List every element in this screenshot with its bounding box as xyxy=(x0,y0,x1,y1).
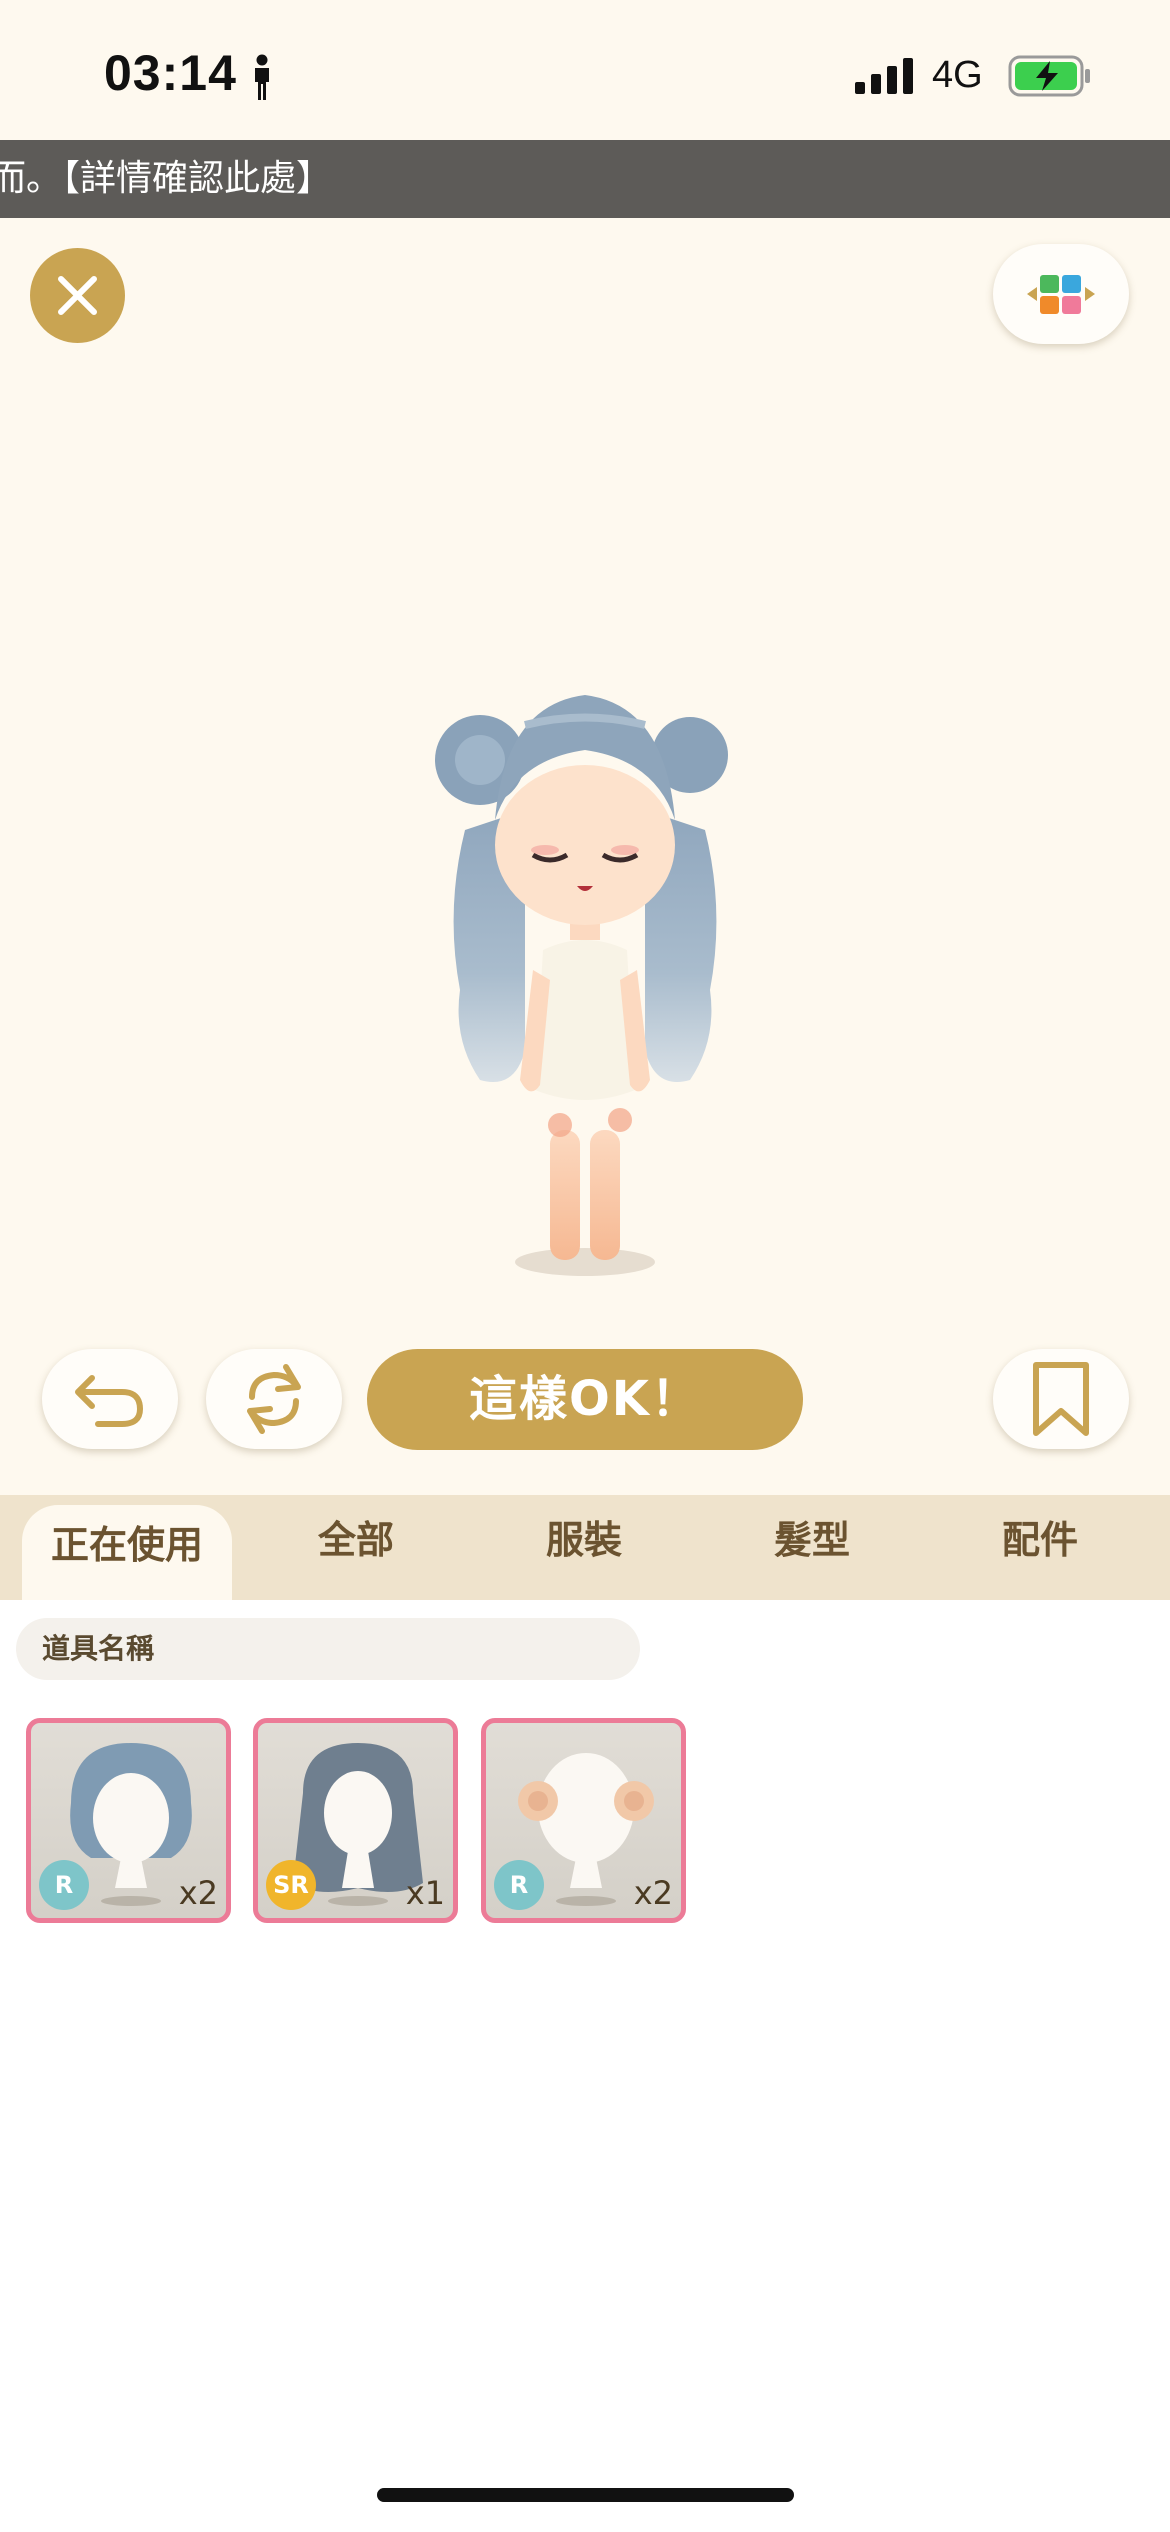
network-type: 4G xyxy=(932,54,983,96)
tab-accessories[interactable]: 配件 xyxy=(954,1495,1126,1600)
undo-button[interactable] xyxy=(42,1349,178,1449)
tab-in-use[interactable]: 正在使用 xyxy=(22,1505,232,1600)
category-tabs: 正在使用 全部 服裝 髮型 配件 xyxy=(0,1495,1170,1600)
status-time: 03:14 xyxy=(104,45,237,101)
close-button[interactable] xyxy=(30,248,125,343)
color-palette-icon xyxy=(1027,275,1095,314)
rotate-button[interactable] xyxy=(206,1349,342,1449)
announcement-marquee[interactable]: 而。【詳情確認此處】 xyxy=(0,140,1170,218)
rotate-icon xyxy=(247,1364,301,1434)
signal-bars-icon xyxy=(855,58,913,94)
undo-icon xyxy=(75,1375,144,1427)
item-name-search[interactable]: 道具名稱 xyxy=(16,1618,640,1680)
tab-all[interactable]: 全部 xyxy=(270,1495,442,1600)
item-quantity: x2 xyxy=(633,1874,673,1912)
item-quantity: x1 xyxy=(405,1874,445,1912)
bookmark-icon xyxy=(1033,1362,1089,1436)
close-icon xyxy=(58,276,97,315)
person-icon xyxy=(255,54,269,100)
color-palette-button[interactable] xyxy=(993,244,1129,344)
tab-clothing[interactable]: 服裝 xyxy=(498,1495,670,1600)
bookmark-button[interactable] xyxy=(993,1349,1129,1449)
avatar-character xyxy=(435,695,728,1276)
home-indicator xyxy=(377,2488,794,2502)
tab-hairstyle[interactable]: 髮型 xyxy=(726,1495,898,1600)
item-card[interactable]: SR x1 xyxy=(253,1718,458,1923)
rarity-badge: R xyxy=(494,1860,544,1910)
announcement-text: 而。【詳情確認此處】 xyxy=(0,158,333,199)
rarity-badge: SR xyxy=(266,1860,316,1910)
confirm-ok-button[interactable]: 這樣OK！ xyxy=(367,1349,803,1450)
item-card[interactable]: R x2 xyxy=(26,1718,231,1923)
battery-charging-icon xyxy=(1008,55,1090,97)
rarity-badge: R xyxy=(39,1860,89,1910)
item-card[interactable]: R x2 xyxy=(481,1718,686,1923)
item-quantity: x2 xyxy=(178,1874,218,1912)
